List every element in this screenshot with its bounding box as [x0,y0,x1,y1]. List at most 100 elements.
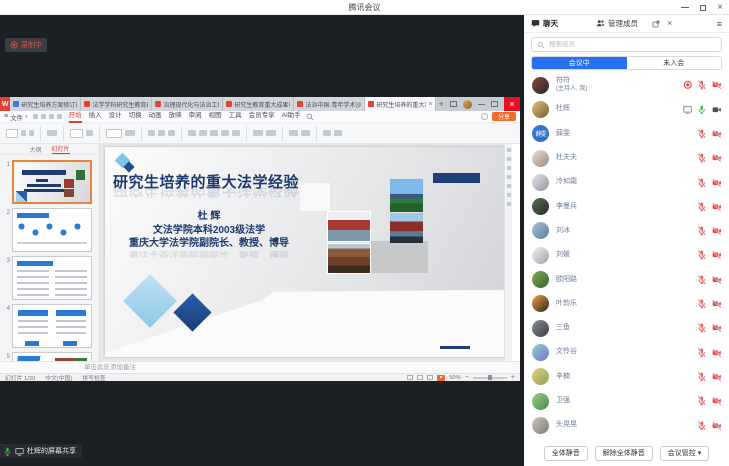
menu-tab-设计[interactable]: 设计 [109,110,122,123]
participant-row[interactable]: 三鱼 [524,316,729,340]
document-tab[interactable]: 研究生培养方案修订说明材料 [10,97,81,111]
file-menu[interactable]: ≡文件▾ [4,112,28,122]
workspace-icon[interactable] [450,101,457,107]
search-box[interactable] [531,37,722,52]
new-tab-button[interactable]: + [436,97,446,111]
cam-off-icon[interactable] [712,202,722,212]
cam-off-icon[interactable] [712,80,722,90]
mic-muted-icon[interactable] [697,178,707,188]
maximize-icon[interactable] [700,5,706,11]
unmute-all-button[interactable]: 解除全体静音 [595,446,653,461]
menu-tab-会员专享[interactable]: 会员专享 [249,110,275,123]
cam-off-icon[interactable] [712,323,722,333]
participant-row[interactable]: 文怜谷 [524,340,729,364]
user-avatar[interactable] [463,100,472,109]
participant-row[interactable]: 头晃晃 [524,413,729,437]
cam-off-icon[interactable] [712,153,722,163]
wps-maximize-icon[interactable] [491,101,498,107]
menu-tab-审阅[interactable]: 审阅 [189,110,202,123]
ribbon-icon[interactable] [6,129,18,138]
slide-thumbnail[interactable] [12,160,92,204]
participant-row[interactable]: 欧阳路 [524,267,729,291]
manage-members-title[interactable]: 管理成员 [596,18,638,29]
share-button[interactable]: 分享 [492,112,516,121]
slide-thumbnail[interactable] [12,256,92,300]
search-input[interactable] [549,41,716,48]
document-tab[interactable]: 法学学科研究生教育经验交流 [81,97,152,111]
participant-row[interactable]: 杜辉 [524,97,729,121]
wps-minimize-icon[interactable] [478,104,485,105]
participant-row[interactable]: 叶韵乐 [524,292,729,316]
popout-icon[interactable] [652,20,660,28]
participant-row[interactable]: 符符(主持人, 我) [524,73,729,97]
participant-row[interactable]: 辛楠 [524,365,729,389]
participant-row[interactable]: 冷如霜 [524,170,729,194]
meeting-control-button[interactable]: 会议管控 ▾ [660,446,709,461]
mic-muted-icon[interactable] [697,80,707,90]
chat-panel-title[interactable]: 聊天 [531,18,558,29]
ribbon-icon[interactable] [232,130,240,136]
ribbon-icon[interactable] [86,130,93,136]
close-icon[interactable]: × [717,3,723,13]
mic-muted-icon[interactable] [697,348,707,358]
cam-off-icon[interactable] [712,396,722,406]
panel-menu-icon[interactable]: ≡ [717,19,722,29]
ribbon-icon[interactable] [47,130,57,136]
cam-off-icon[interactable] [712,226,722,236]
mic-muted-icon[interactable] [697,396,707,406]
participant-row[interactable]: 卫强 [524,389,729,413]
document-tab[interactable]: 法治中国·青年学术沙龙(2023) [294,97,365,111]
menu-tab-插入[interactable]: 插入 [89,110,102,123]
search-icon[interactable] [306,113,314,121]
participant-row[interactable]: 李曼兵 [524,194,729,218]
mic-muted-icon[interactable] [697,421,707,431]
canvas-scrollbar[interactable] [504,144,512,361]
ribbon-icon[interactable] [210,130,218,136]
cam-off-icon[interactable] [712,129,722,139]
menu-tab-开始[interactable]: 开始 [69,110,82,123]
ribbon-icon[interactable] [266,130,276,136]
zoom-in-icon[interactable]: + [511,374,515,381]
cam-off-icon[interactable] [712,250,722,260]
ribbon-icon[interactable] [221,130,229,136]
document-tab[interactable]: 治理现代化与法治工作坊.pdf [152,97,223,111]
cam-off-icon[interactable] [712,275,722,285]
zoom-out-icon[interactable]: − [465,374,469,381]
cam-off-icon[interactable] [712,421,722,431]
ribbon-icon[interactable] [29,130,34,136]
slide-thumbnail[interactable] [12,208,92,252]
close-panel-icon[interactable]: × [667,19,672,28]
view-normal-icon[interactable] [407,375,413,380]
mic-muted-icon[interactable] [697,226,707,236]
menu-tab-AI助手[interactable]: AI助手 [282,110,301,123]
slide-thumbnail[interactable] [12,304,92,348]
ribbon-icon[interactable] [125,130,135,136]
participant-row[interactable]: 刘媛 [524,243,729,267]
mic-muted-icon[interactable] [697,372,707,382]
ribbon-icon[interactable] [289,130,298,136]
ribbon-icon[interactable] [70,129,83,138]
ribbon-icon[interactable] [21,130,26,136]
cam-off-icon[interactable] [712,178,722,188]
ribbon-icon[interactable] [301,130,310,136]
ribbon-icon[interactable] [106,129,122,138]
cam-off-icon[interactable] [712,348,722,358]
wps-close-icon[interactable]: × [504,97,520,111]
mute-all-button[interactable]: 全体静音 [544,446,588,461]
menu-tab-工具[interactable]: 工具 [229,110,242,123]
cam-off-icon[interactable] [712,372,722,382]
view-reading-icon[interactable] [427,375,433,380]
mic-muted-icon[interactable] [697,250,707,260]
notes-input[interactable]: 单击此处添加备注 [0,361,520,373]
menu-tab-放映[interactable]: 放映 [169,110,182,123]
cam-dark-icon[interactable] [712,105,722,115]
mic-on-icon[interactable] [697,105,707,115]
participant-row[interactable]: 刘冰 [524,219,729,243]
slideshow-play-icon[interactable] [437,375,445,381]
ribbon-icon[interactable] [158,130,165,136]
mic-muted-icon[interactable] [697,153,707,163]
ribbon-icon[interactable] [253,130,263,136]
minimize-icon[interactable] [681,7,689,8]
mic-muted-icon[interactable] [697,275,707,285]
zoom-slider[interactable] [473,377,507,379]
